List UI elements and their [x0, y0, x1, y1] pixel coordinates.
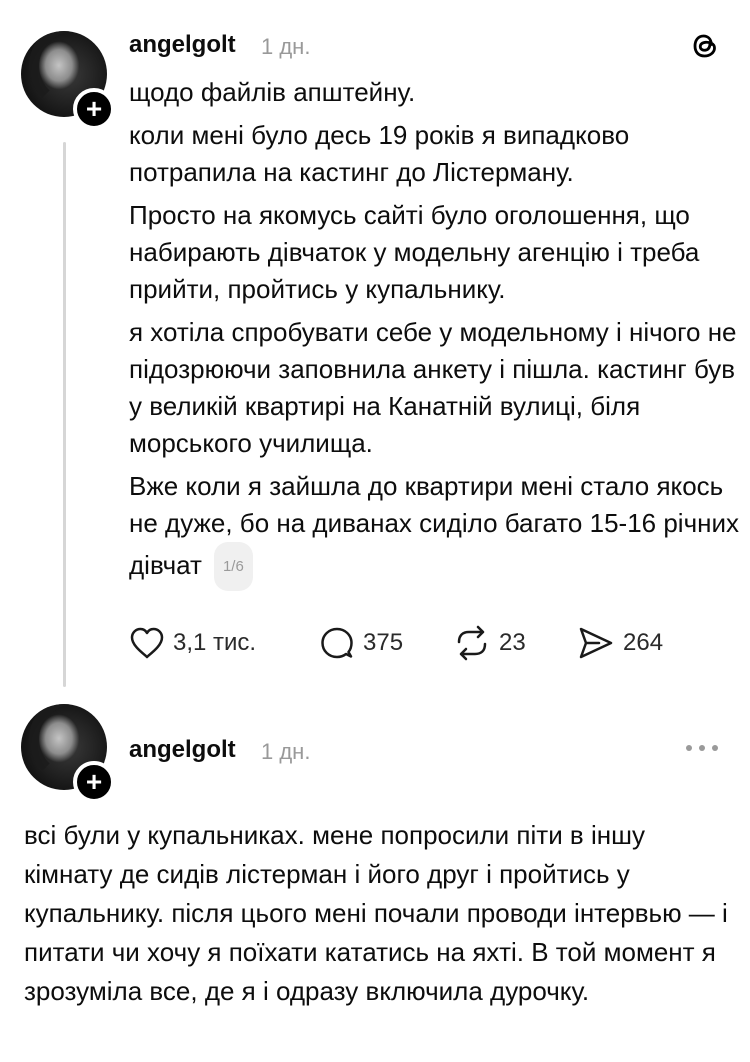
- more-icon[interactable]: [684, 736, 720, 760]
- post-body: щодо файлів апштейну. коли мені було дес…: [129, 74, 739, 597]
- repost-button[interactable]: 23: [453, 618, 526, 668]
- repost-count: 23: [499, 629, 526, 656]
- follow-plus-icon[interactable]: +: [73, 761, 115, 803]
- follow-plus-icon[interactable]: +: [73, 88, 115, 130]
- post-time: 1 дн.: [261, 34, 311, 59]
- thread-line: [63, 142, 66, 687]
- send-icon: [579, 627, 613, 659]
- post-paragraph: Вже коли я зайшла до квартири мені стало…: [129, 468, 739, 591]
- comment-icon: [321, 627, 353, 659]
- post-paragraph: коли мені було десь 19 років я випадково…: [129, 120, 630, 187]
- post-paragraph: я хотіла спробувати себе у модельному і …: [129, 317, 737, 458]
- page-indicator: 1/6: [213, 542, 253, 591]
- threads-logo-icon[interactable]: [688, 29, 722, 63]
- post-time: 1 дн.: [261, 739, 311, 764]
- like-count: 3,1 тис.: [173, 629, 257, 656]
- username[interactable]: angelgolt: [129, 31, 236, 59]
- post-actions: 3,1 тис. 375 23 264: [129, 618, 689, 668]
- share-count: 264: [623, 629, 664, 656]
- heart-icon: [130, 627, 164, 659]
- reply-button[interactable]: 375: [319, 618, 403, 668]
- username[interactable]: angelgolt: [129, 736, 236, 764]
- post-body: всі були у купальниках. мене попросили п…: [24, 820, 728, 1006]
- post-paragraph: Просто на якомусь сайті було оголошення,…: [129, 200, 700, 304]
- reply-count: 375: [363, 629, 404, 656]
- repost-icon: [457, 625, 487, 661]
- share-button[interactable]: 264: [577, 618, 663, 668]
- post-paragraph: щодо файлів апштейну.: [129, 77, 416, 107]
- like-button[interactable]: 3,1 тис.: [129, 618, 256, 668]
